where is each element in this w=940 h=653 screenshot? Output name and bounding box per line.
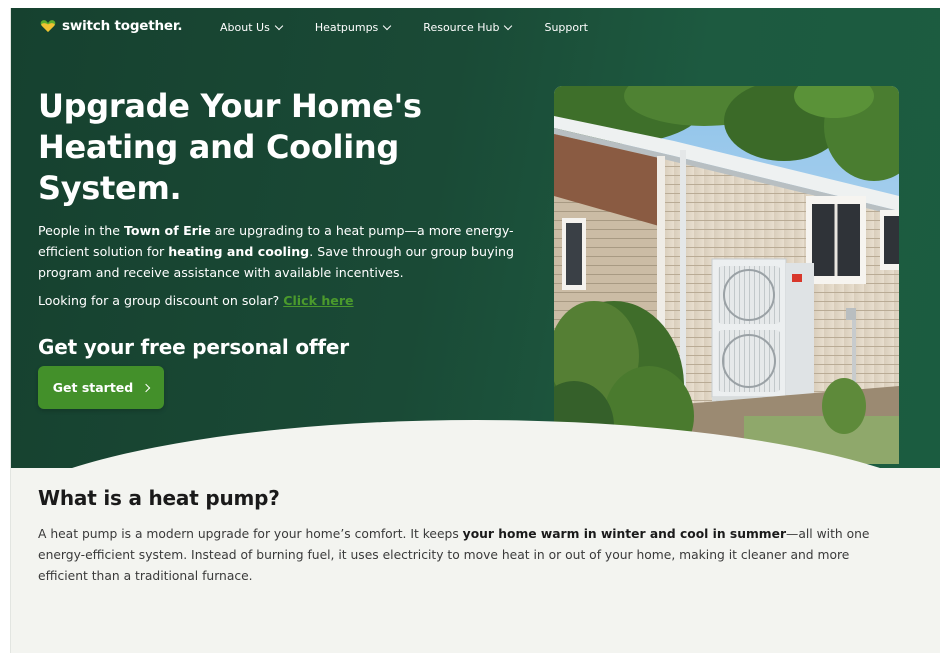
town-name: Town of Erie	[124, 223, 211, 238]
offer-heading: Get your free personal offer	[38, 335, 349, 359]
hero-house-heat-pump-image	[554, 86, 899, 464]
nav-item-label: Heatpumps	[314, 21, 379, 34]
hero-section: switch together. About Us Heatpumps Reso…	[11, 8, 940, 540]
nav-item-support[interactable]: Support	[544, 21, 587, 34]
hero-desc-emphasis: heating and cooling	[168, 244, 310, 259]
nav-item-label: About Us	[220, 21, 270, 34]
nav-item-label: Support	[544, 21, 588, 34]
info-body-emphasis: your home warm in winter and cool in sum…	[462, 527, 787, 541]
brand-logo[interactable]: switch together.	[40, 18, 183, 34]
solar-promo: Looking for a group discount on solar? C…	[38, 293, 354, 308]
get-started-label: Get started	[52, 380, 134, 395]
heart-leaf-logo-icon	[40, 20, 56, 32]
hero-description: People in the Town of Erie are upgrading…	[38, 220, 538, 283]
nav-item-about-us[interactable]: About Us	[220, 21, 284, 34]
what-is-heat-pump-heading: What is a heat pump?	[38, 486, 280, 510]
what-is-heat-pump-body: A heat pump is a modern upgrade for your…	[38, 524, 898, 587]
chevron-down-icon	[383, 21, 392, 31]
page: switch together. About Us Heatpumps Reso…	[0, 0, 940, 653]
hero-title: Upgrade Your Home's Heating and Cooling …	[38, 87, 422, 207]
nav-item-heatpumps[interactable]: Heatpumps	[314, 21, 392, 34]
brand-name: switch together.	[62, 18, 183, 34]
chevron-down-icon	[274, 21, 284, 31]
info-body-text: A heat pump is a modern upgrade for your…	[38, 527, 463, 541]
solar-promo-text: Looking for a group discount on solar?	[38, 293, 284, 308]
nav-item-resource-hub[interactable]: Resource Hub	[423, 21, 513, 34]
get-started-button[interactable]: Get started	[38, 366, 164, 409]
house-photo	[554, 86, 899, 464]
hero-desc-text: People in the	[38, 223, 124, 238]
chevron-down-icon	[504, 21, 513, 31]
chevron-right-icon	[141, 383, 151, 392]
nav-links: About Us Heatpumps Resource Hub Support	[220, 21, 621, 34]
browser-viewport: switch together. About Us Heatpumps Reso…	[10, 8, 940, 653]
nav-item-label: Resource Hub	[423, 21, 500, 34]
solar-click-here-link[interactable]: Click here	[283, 293, 353, 308]
top-nav: switch together. About Us Heatpumps Reso…	[11, 18, 940, 40]
